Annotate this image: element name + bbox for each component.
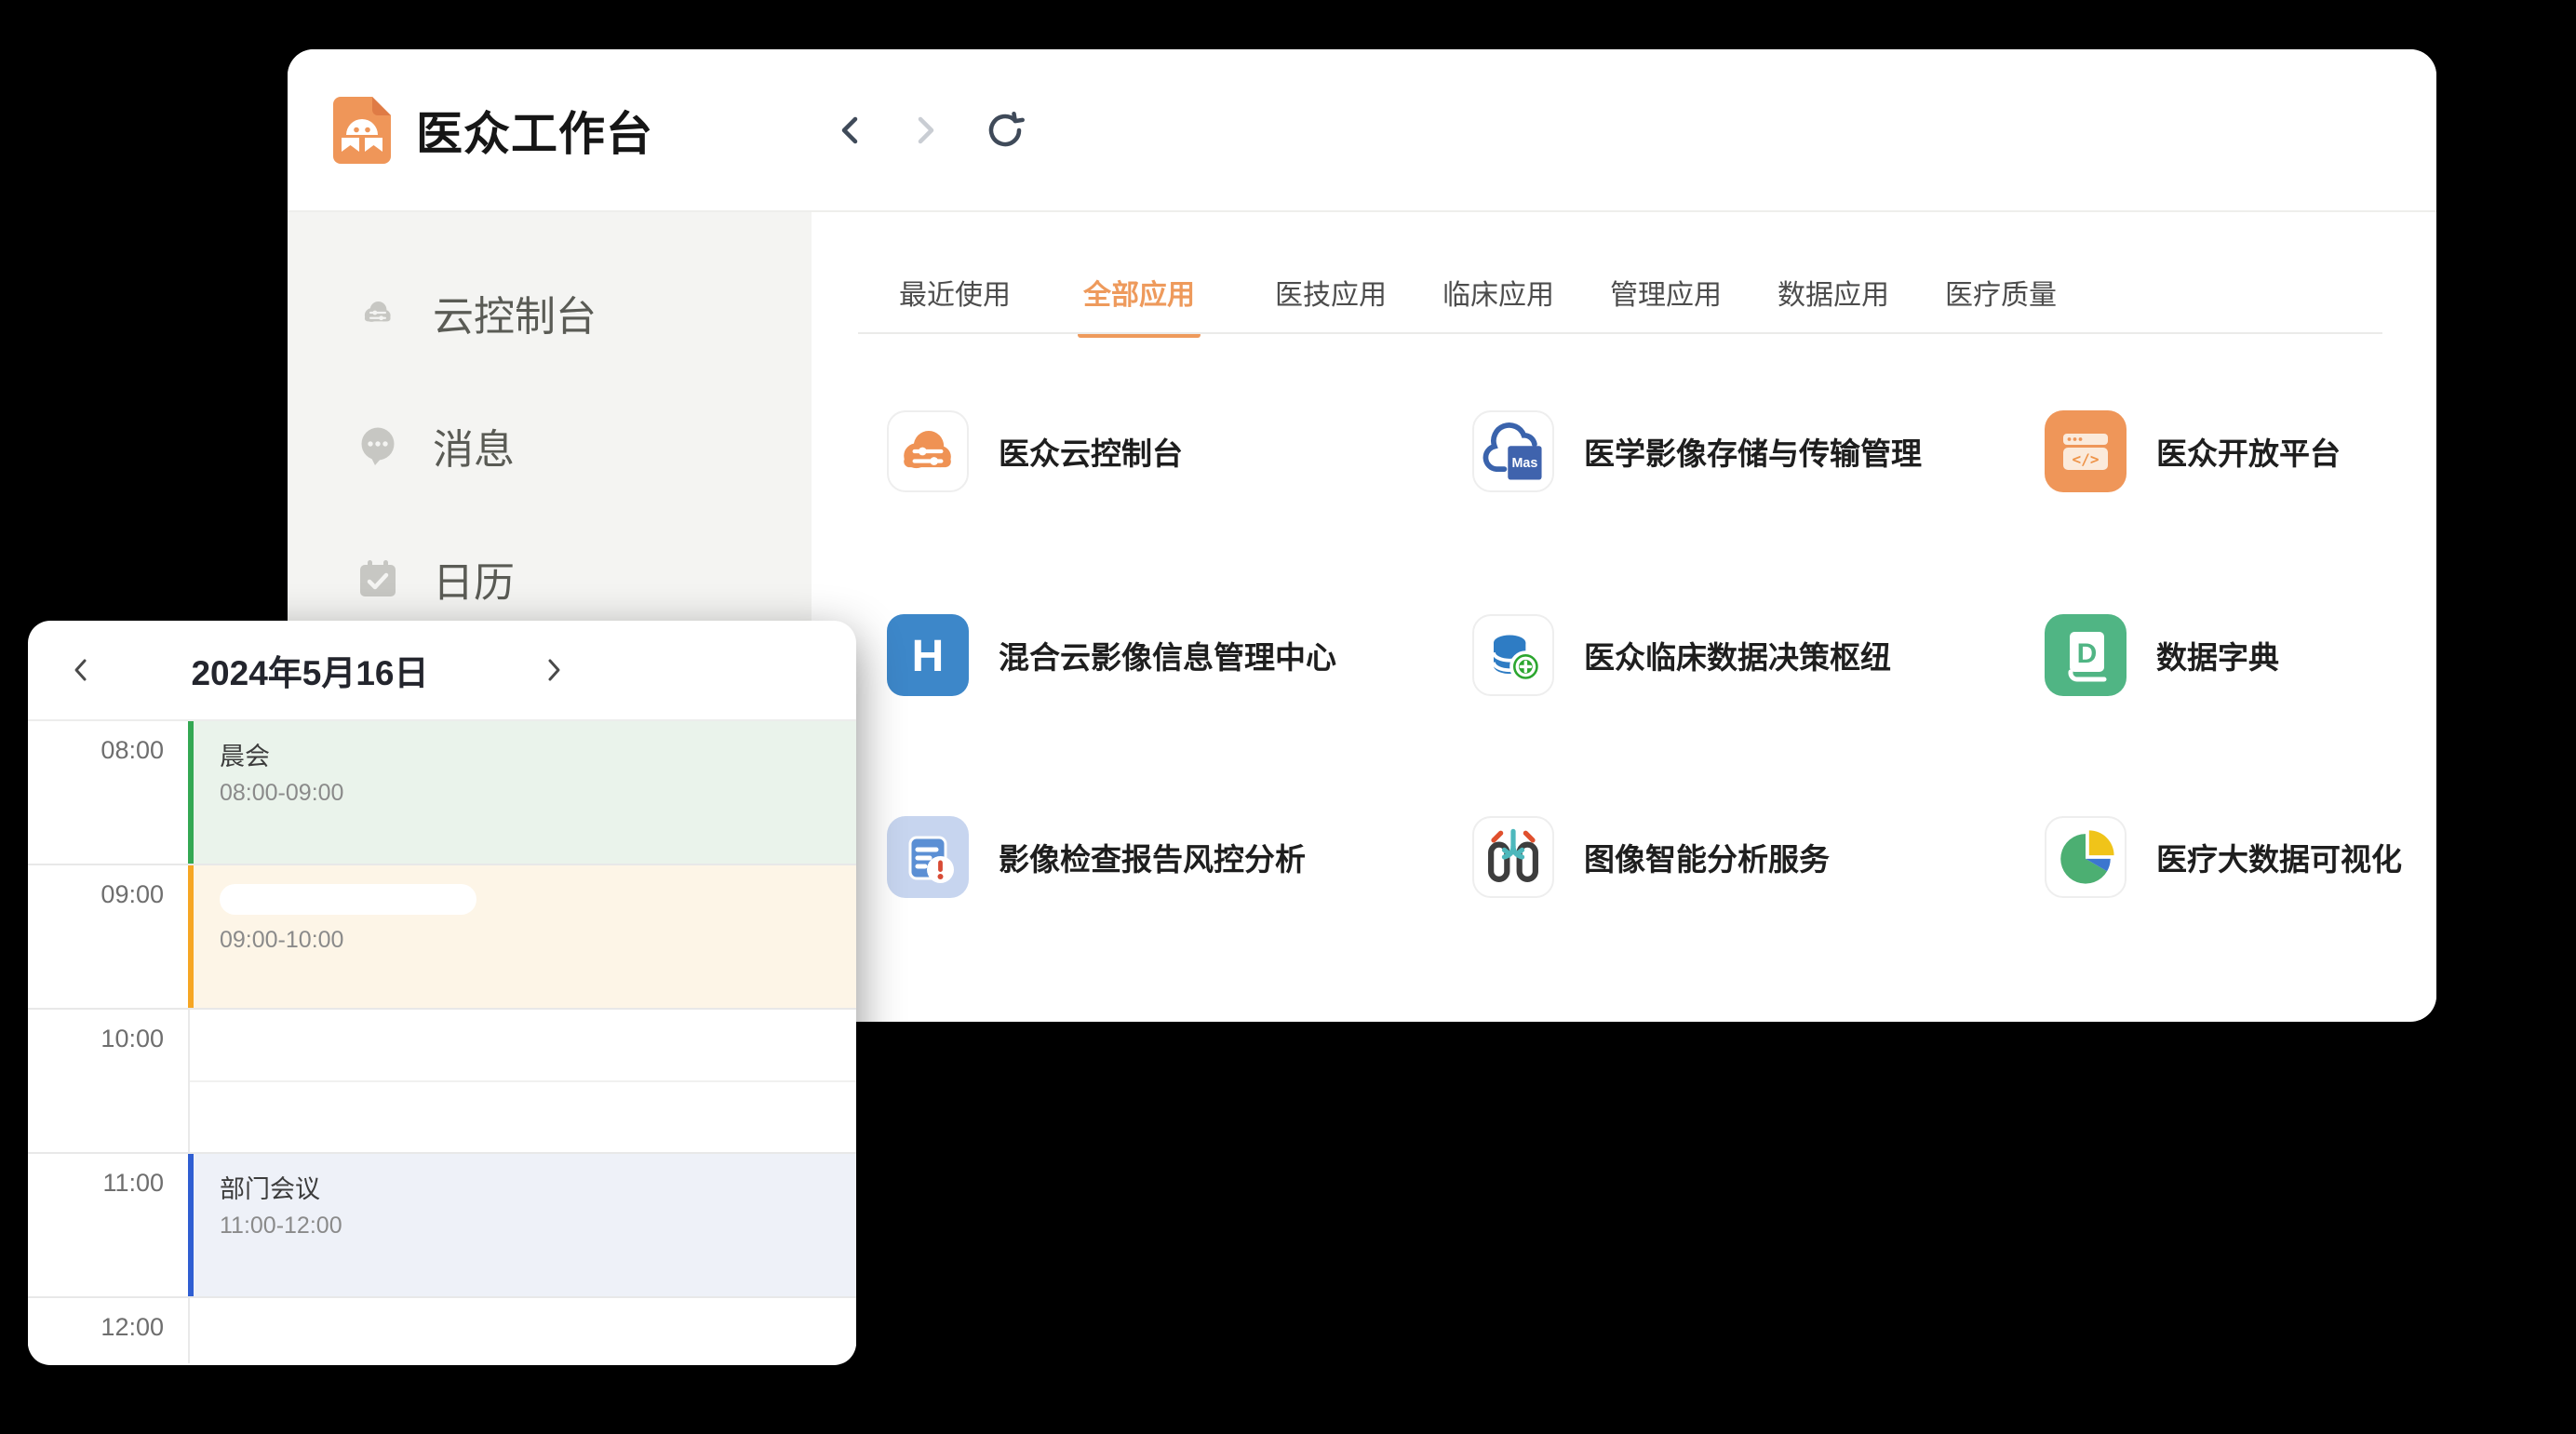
tabs-divider bbox=[858, 332, 2382, 334]
calendar-prev-button[interactable] bbox=[69, 654, 93, 686]
app-label: 混合云影像信息管理中心 bbox=[999, 633, 1336, 677]
app-big-data-visualization[interactable]: 医疗大数据可视化 bbox=[2045, 816, 2402, 898]
calendar-header: 2024年5月16日 bbox=[28, 621, 856, 721]
cloud-mas-icon: Mas bbox=[1472, 410, 1554, 492]
time-label: 12:00 bbox=[28, 1311, 164, 1343]
app-report-risk-analysis[interactable]: 影像检查报告风控分析 bbox=[887, 816, 1306, 898]
app-category-tabs: 最近使用 全部应用 医技应用 临床应用 管理应用 数据应用 医疗质量 bbox=[812, 212, 2436, 334]
event-department-meeting[interactable]: 部门会议 11:00-12:00 bbox=[188, 1154, 856, 1296]
svg-text:Mas: Mas bbox=[1512, 456, 1538, 471]
app-label: 数据字典 bbox=[2156, 633, 2279, 677]
event-title: 晨会 bbox=[220, 740, 856, 773]
svg-text:D: D bbox=[2077, 638, 2098, 669]
app-clinical-data-hub[interactable]: 医众临床数据决策枢纽 bbox=[1472, 614, 1891, 696]
refresh-icon bbox=[986, 111, 1025, 150]
svg-text:H: H bbox=[912, 632, 945, 681]
event-redacted[interactable]: 09:00-10:00 bbox=[188, 865, 856, 1008]
sidebar-item-cloud-console[interactable]: 云控制台 bbox=[288, 246, 812, 379]
event-time: 11:00-12:00 bbox=[220, 1210, 856, 1241]
sidebar-item-messages[interactable]: 消息 bbox=[288, 379, 812, 512]
code-window-icon: </> bbox=[2045, 410, 2127, 492]
cloud-sliders-app-icon bbox=[887, 410, 969, 492]
calendar-next-button[interactable] bbox=[542, 654, 566, 686]
tab-clinical[interactable]: 临床应用 bbox=[1442, 272, 1554, 313]
app-label: 影像检查报告风控分析 bbox=[999, 835, 1306, 879]
sidebar-item-label: 日历 bbox=[433, 549, 515, 609]
event-time: 08:00-09:00 bbox=[220, 777, 856, 809]
tab-all-apps[interactable]: 全部应用 bbox=[1083, 272, 1195, 313]
hour-gridline bbox=[28, 1296, 856, 1298]
app-label: 医众临床数据决策枢纽 bbox=[1584, 633, 1891, 677]
event-time: 09:00-10:00 bbox=[220, 924, 856, 956]
app-label: 图像智能分析服务 bbox=[1584, 835, 1830, 879]
tab-medtech[interactable]: 医技应用 bbox=[1275, 272, 1387, 313]
forward-arrow-icon bbox=[911, 113, 939, 148]
svg-text:</>: </> bbox=[2073, 450, 2100, 468]
report-alert-icon bbox=[887, 816, 969, 898]
tab-data[interactable]: 数据应用 bbox=[1778, 272, 1889, 313]
event-title: 部门会议 bbox=[220, 1173, 856, 1206]
app-image-storage[interactable]: Mas 医学影像存储与传输管理 bbox=[1472, 410, 1922, 492]
content-area: 最近使用 全部应用 医技应用 临床应用 管理应用 数据应用 医疗质量 bbox=[812, 212, 2436, 1020]
hour-gridline bbox=[28, 1008, 856, 1010]
lungs-icon bbox=[1472, 816, 1554, 898]
half-hour-gridline bbox=[190, 1080, 856, 1082]
cloud-sliders-icon bbox=[356, 291, 399, 334]
back-arrow-icon bbox=[837, 113, 865, 148]
app-data-dictionary[interactable]: D 数据字典 bbox=[2045, 614, 2279, 696]
letter-h-icon: H bbox=[887, 614, 969, 696]
app-image-ai-analysis[interactable]: 图像智能分析服务 bbox=[1472, 816, 1830, 898]
app-logo-icon bbox=[333, 97, 391, 164]
time-label: 11:00 bbox=[28, 1167, 164, 1199]
pie-chart-icon bbox=[2045, 816, 2127, 898]
redacted-event-title bbox=[220, 884, 476, 915]
chevron-right-icon bbox=[542, 654, 566, 686]
app-hybrid-cloud-center[interactable]: H 混合云影像信息管理中心 bbox=[887, 614, 1336, 696]
app-label: 医众云控制台 bbox=[999, 429, 1183, 474]
time-label: 08:00 bbox=[28, 734, 164, 766]
calendar-date: 2024年5月16日 bbox=[177, 645, 443, 695]
sidebar-item-label: 云控制台 bbox=[433, 283, 597, 342]
app-cloud-console[interactable]: 医众云控制台 bbox=[887, 410, 1183, 492]
calendar-panel: 2024年5月16日 08:00 09:00 10:00 11:00 12:00 bbox=[28, 621, 856, 1365]
tab-management[interactable]: 管理应用 bbox=[1610, 272, 1722, 313]
refresh-button[interactable] bbox=[986, 111, 1025, 150]
book-d-icon: D bbox=[2045, 614, 2127, 696]
window-header: 医众工作台 bbox=[288, 49, 2436, 212]
chat-bubble-icon bbox=[356, 424, 399, 467]
back-button[interactable] bbox=[837, 113, 865, 148]
desktop-background: 医众工作台 bbox=[0, 0, 2576, 1434]
app-open-platform[interactable]: </> 医众开放平台 bbox=[2045, 410, 2341, 492]
browser-nav bbox=[837, 49, 1025, 210]
event-morning-meeting[interactable]: 晨会 08:00-09:00 bbox=[188, 721, 856, 864]
tab-quality[interactable]: 医疗质量 bbox=[1945, 272, 2057, 313]
forward-button[interactable] bbox=[911, 113, 939, 148]
chevron-left-icon bbox=[69, 654, 93, 686]
time-label: 10:00 bbox=[28, 1023, 164, 1054]
time-label: 09:00 bbox=[28, 878, 164, 910]
app-label: 医疗大数据可视化 bbox=[2156, 835, 2402, 879]
app-label: 医众开放平台 bbox=[2156, 429, 2341, 474]
calendar-day-grid: 08:00 09:00 10:00 11:00 12:00 晨会 08:00-0… bbox=[28, 721, 856, 1363]
calendar-check-icon bbox=[356, 557, 399, 600]
window-title: 医众工作台 bbox=[416, 97, 653, 164]
sidebar-item-label: 消息 bbox=[433, 416, 515, 476]
tab-recent[interactable]: 最近使用 bbox=[899, 272, 1011, 313]
database-plus-icon bbox=[1472, 614, 1554, 696]
app-label: 医学影像存储与传输管理 bbox=[1584, 429, 1922, 474]
